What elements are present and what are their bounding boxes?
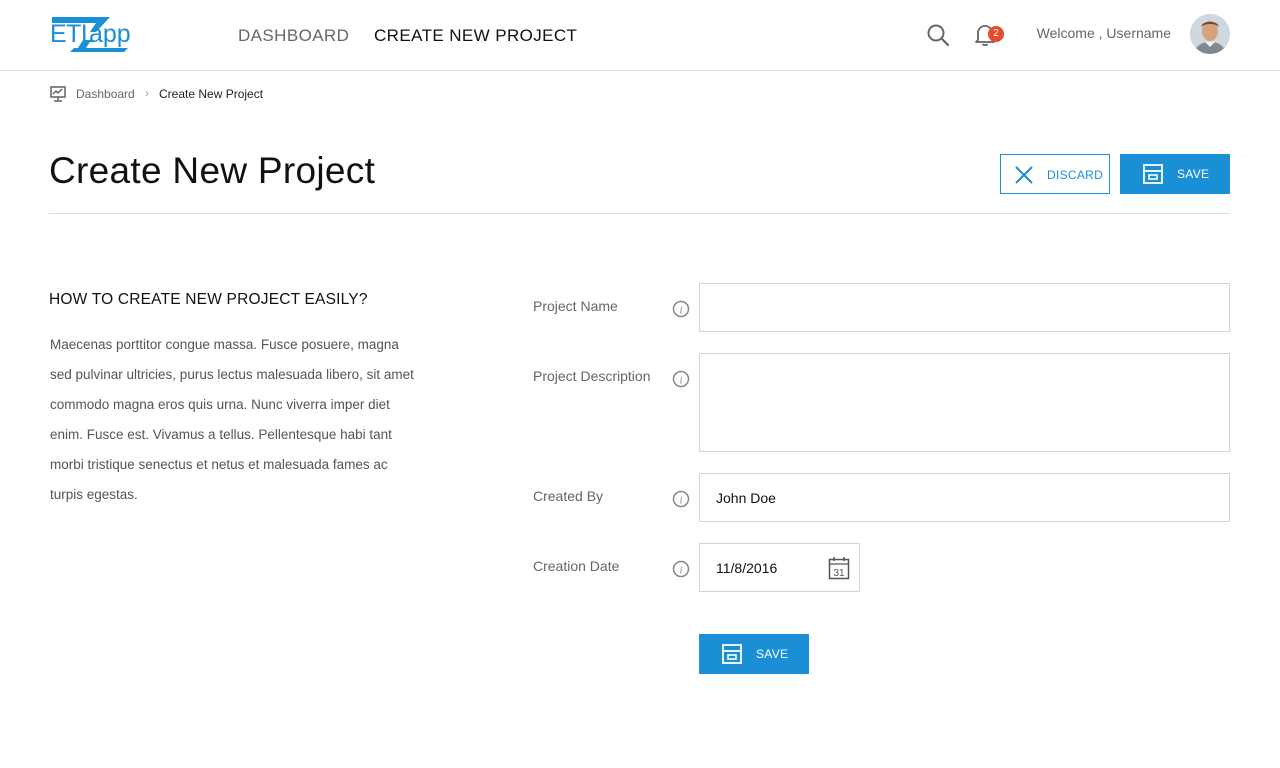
- save-label: SAVE: [756, 647, 789, 661]
- svg-text:i: i: [679, 495, 682, 507]
- svg-text:i: i: [679, 565, 682, 577]
- title-divider: [49, 213, 1230, 214]
- top-header: ETL app DASHBOARD CREATE NEW PROJECT 2 W…: [0, 0, 1280, 71]
- logo-text-app: app: [89, 20, 131, 48]
- notification-badge: 2: [988, 26, 1004, 42]
- help-title: HOW TO CREATE NEW PROJECT EASILY?: [49, 291, 368, 308]
- dashboard-icon: [50, 86, 66, 102]
- app-logo[interactable]: ETL app: [50, 14, 131, 56]
- breadcrumb-separator: ›: [145, 86, 149, 100]
- info-icon[interactable]: i: [672, 490, 690, 508]
- breadcrumb-current: Create New Project: [159, 87, 264, 101]
- discard-label: DISCARD: [1047, 168, 1104, 182]
- calendar-day: 31: [833, 568, 845, 579]
- save-button-top[interactable]: SAVE: [1120, 154, 1230, 194]
- page-title: Create New Project: [49, 150, 376, 191]
- save-icon: [722, 644, 742, 664]
- project-name-input[interactable]: [699, 283, 1230, 332]
- nav-create-new-project[interactable]: CREATE NEW PROJECT: [374, 26, 577, 46]
- logo-text-etl: ETL: [50, 20, 95, 48]
- info-icon[interactable]: i: [672, 370, 690, 388]
- help-text: Maecenas porttitor congue massa. Fusce p…: [50, 337, 414, 502]
- created-by-label: Created By: [533, 488, 604, 504]
- save-button-bottom[interactable]: SAVE: [699, 634, 809, 674]
- info-icon[interactable]: i: [672, 300, 690, 318]
- avatar-image: [1190, 14, 1230, 54]
- project-description-label: Project Description: [533, 368, 651, 384]
- avatar[interactable]: [1190, 14, 1230, 54]
- svg-text:i: i: [679, 305, 682, 317]
- project-description-input[interactable]: [699, 353, 1230, 452]
- close-icon: [1015, 166, 1033, 184]
- breadcrumb-dashboard[interactable]: Dashboard: [76, 87, 135, 101]
- project-name-label: Project Name: [533, 298, 618, 314]
- search-icon[interactable]: [926, 23, 950, 47]
- nav-dashboard[interactable]: DASHBOARD: [238, 26, 349, 46]
- welcome-text: Welcome , Username: [1036, 25, 1171, 41]
- save-label: SAVE: [1177, 167, 1210, 181]
- created-by-input[interactable]: [699, 473, 1230, 522]
- info-icon[interactable]: i: [672, 560, 690, 578]
- discard-button[interactable]: DISCARD: [1000, 154, 1110, 194]
- calendar-icon[interactable]: 31: [828, 556, 850, 580]
- save-icon: [1143, 164, 1163, 184]
- creation-date-label: Creation Date: [533, 558, 620, 574]
- svg-text:i: i: [679, 375, 682, 387]
